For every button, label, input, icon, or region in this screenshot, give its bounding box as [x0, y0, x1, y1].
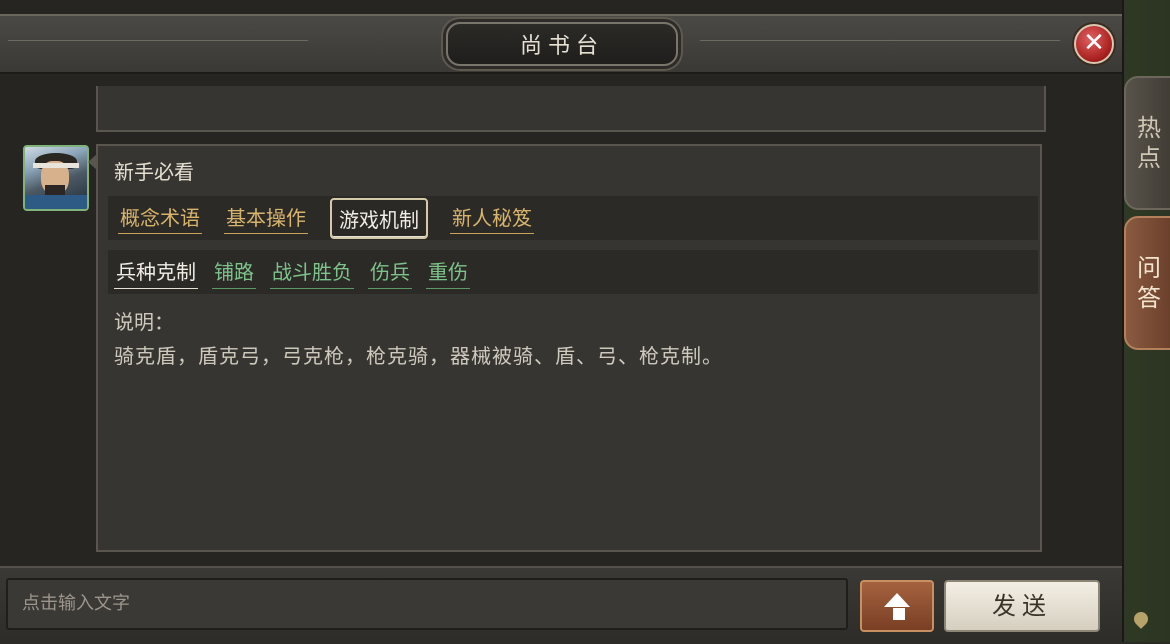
message-title: 新手必看 — [114, 160, 194, 184]
tab-newbie-tips[interactable]: 新人秘笈 — [450, 202, 534, 234]
avatar-headband — [33, 163, 79, 168]
tab-hot-label-2: 点 — [1137, 144, 1161, 172]
previous-message-bubble — [96, 86, 1046, 132]
title-ornament-left — [8, 40, 308, 41]
tab-hot-label-1: 热 — [1137, 114, 1161, 142]
close-icon[interactable]: ✕ — [1074, 24, 1114, 64]
description-label: 说明： — [114, 310, 174, 334]
avatar-armor — [25, 195, 87, 209]
tab-game-mechanics[interactable]: 游戏机制 — [330, 197, 428, 239]
link-heavy-injury[interactable]: 重伤 — [426, 256, 470, 289]
tab-concepts[interactable]: 概念术语 — [118, 202, 202, 234]
link-battle-outcome[interactable]: 战斗胜负 — [270, 256, 354, 289]
category-tabs: 概念术语 基本操作 游戏机制 新人秘笈 — [108, 196, 1038, 240]
message-bubble: 新手必看 概念术语 基本操作 游戏机制 新人秘笈 兵种克制 铺路 战斗胜负 伤兵… — [96, 144, 1042, 552]
tab-qa[interactable]: 问 答 — [1124, 216, 1170, 350]
link-wounded-troops[interactable]: 伤兵 — [368, 256, 412, 289]
message-input[interactable]: 点击输入文字 — [6, 578, 848, 630]
tab-basic-operations[interactable]: 基本操作 — [224, 202, 308, 234]
arrow-up-icon — [884, 593, 910, 607]
tab-qa-label-2: 答 — [1137, 284, 1161, 312]
advisor-avatar — [23, 145, 89, 211]
description-text: 骑克盾，盾克弓，弓克枪，枪克骑，器械被骑、盾、弓、枪克制。 — [114, 344, 723, 368]
subtopic-links: 兵种克制 铺路 战斗胜负 伤兵 重伤 — [108, 250, 1038, 294]
tab-qa-label-1: 问 — [1137, 254, 1161, 282]
title-ornament-right — [700, 40, 1060, 41]
send-button[interactable]: 发送 — [944, 580, 1100, 632]
arrow-up-stem — [893, 608, 905, 620]
link-paving-roads[interactable]: 铺路 — [212, 256, 256, 289]
link-unit-counters[interactable]: 兵种克制 — [114, 256, 198, 289]
scroll-up-button[interactable] — [860, 580, 934, 632]
window-title: 尚书台 — [446, 22, 678, 66]
tab-hot-topics[interactable]: 热 点 — [1124, 76, 1170, 210]
